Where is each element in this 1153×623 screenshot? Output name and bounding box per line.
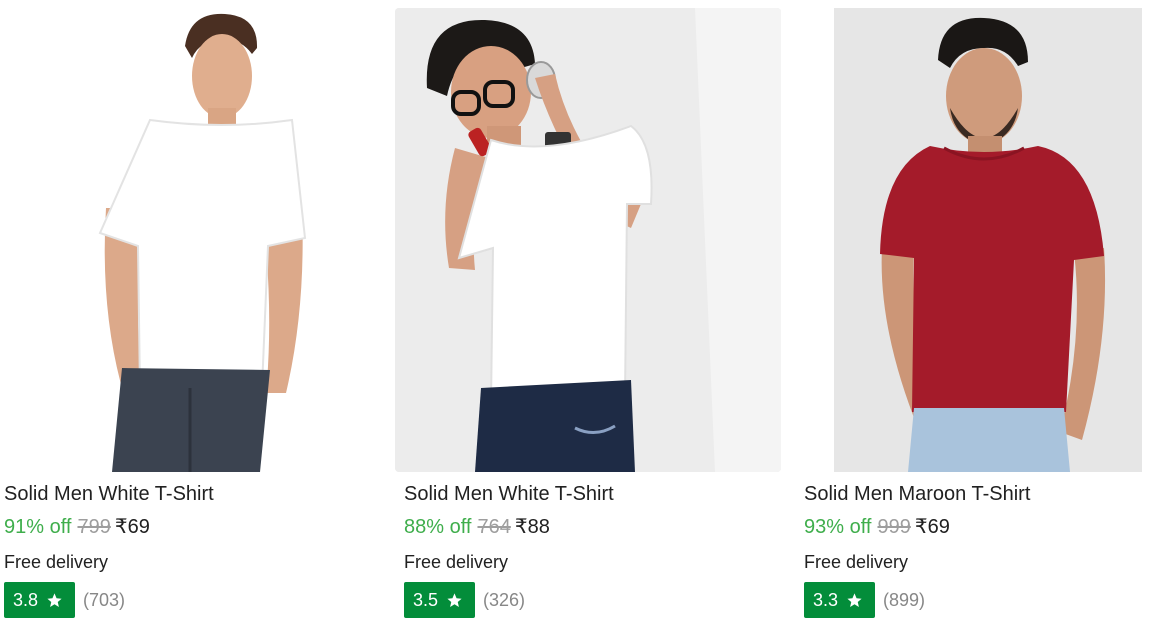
selling-price: ₹69: [914, 516, 950, 538]
selling-price: ₹88: [514, 516, 550, 538]
discount-label: 88% off: [404, 516, 472, 538]
delivery-info: Free delivery: [404, 552, 509, 572]
product-card[interactable]: Solid Men White T-Shirt 88% off 764 ₹88 Fr…: [395, 0, 784, 623]
discount-label: 91% off: [4, 516, 72, 538]
rating-value: 3.8: [13, 589, 39, 610]
rating-count: (326): [483, 589, 526, 610]
rating-row: 3.5 (326): [404, 582, 525, 618]
original-price: 999: [877, 516, 911, 538]
selling-price: ₹69: [114, 516, 150, 538]
delivery-info: Free delivery: [4, 552, 109, 572]
discount-label: 93% off: [804, 516, 872, 538]
rating-value: 3.3: [813, 589, 839, 610]
original-price: 799: [77, 516, 111, 538]
rating-row: 3.8 (703): [4, 582, 125, 618]
star-icon: [447, 592, 462, 607]
original-price: 764: [477, 516, 511, 538]
product-image[interactable]: [395, 8, 781, 472]
rating-badge: 3.5: [404, 582, 475, 618]
rating-badge: 3.3: [804, 582, 875, 618]
delivery-info: Free delivery: [804, 552, 909, 572]
product-title[interactable]: Solid Men Maroon T-Shirt: [804, 482, 1030, 506]
rating-count: (703): [83, 589, 126, 610]
product-card[interactable]: Solid Men White T-Shirt 91% off 799 ₹69 Fr…: [0, 0, 384, 623]
product-title[interactable]: Solid Men White T-Shirt: [404, 482, 614, 506]
price-row: 91% off 799 ₹69: [4, 514, 150, 540]
star-icon: [847, 592, 862, 607]
rating-row: 3.3 (899): [804, 582, 925, 618]
product-title[interactable]: Solid Men White T-Shirt: [4, 482, 214, 506]
product-image[interactable]: [0, 8, 384, 472]
price-row: 88% off 764 ₹88: [404, 514, 550, 540]
model-photo: [98, 13, 307, 472]
model-photo: [834, 8, 1142, 472]
product-grid: Solid Men White T-Shirt 91% off 799 ₹69 Fr…: [0, 0, 1153, 623]
rating-badge: 3.8: [4, 582, 75, 618]
product-card[interactable]: Solid Men Maroon T-Shirt 93% off 999 ₹69 F…: [800, 0, 1153, 623]
star-icon: [47, 592, 62, 607]
rating-count: (899): [883, 589, 926, 610]
price-row: 93% off 999 ₹69: [804, 514, 950, 540]
product-image[interactable]: [834, 8, 1142, 472]
model-photo: [395, 8, 781, 472]
rating-value: 3.5: [413, 589, 439, 610]
